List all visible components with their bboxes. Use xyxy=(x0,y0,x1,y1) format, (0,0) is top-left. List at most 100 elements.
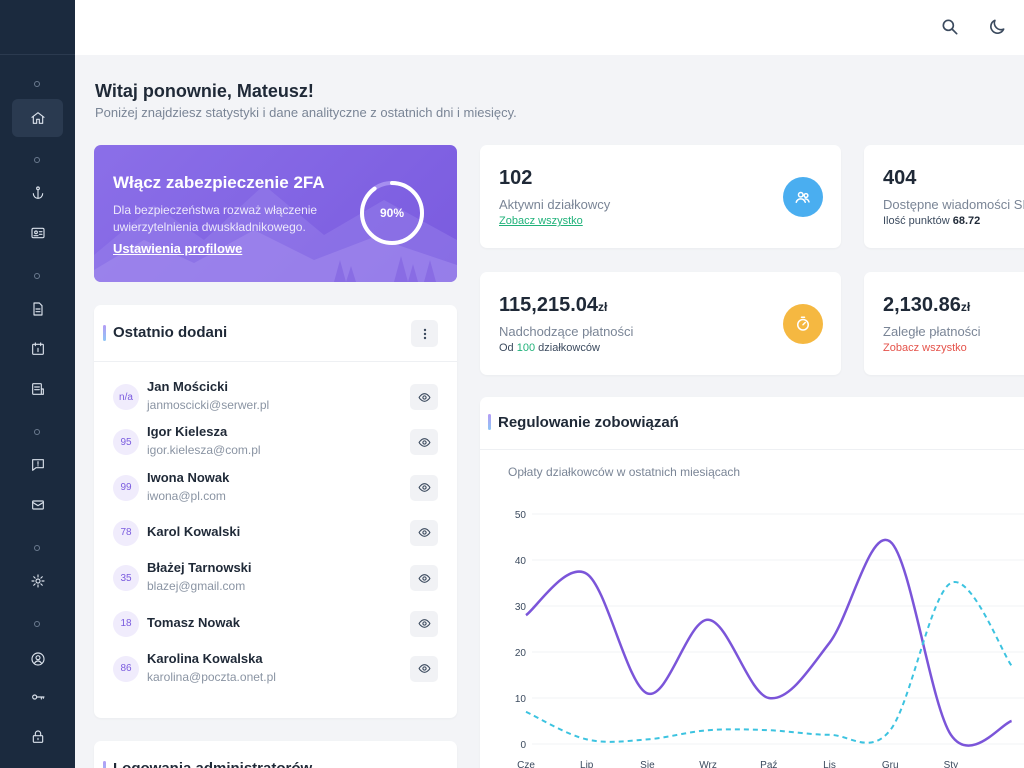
eye-icon xyxy=(418,619,430,628)
stat-label: Aktywni działkowcy xyxy=(499,197,611,212)
report-icon xyxy=(31,383,44,395)
sidebar-section-dot xyxy=(34,157,40,163)
list-item: 95 Igor Kielesza igor.kielesza@com.pl xyxy=(94,422,457,467)
points-label: Ilość punktów xyxy=(883,215,950,227)
avatar: 18 xyxy=(113,610,139,637)
sidebar-item-anchor[interactable] xyxy=(12,174,63,212)
settings-icon xyxy=(30,574,45,588)
sidebar-item-keys[interactable] xyxy=(12,678,63,716)
y-tick-label: 40 xyxy=(515,556,527,567)
moon-icon xyxy=(990,19,1005,34)
progress-label: 90% xyxy=(379,206,405,220)
stat-sub: Od 100 działkowców xyxy=(499,342,600,354)
points-value: 68.72 xyxy=(952,215,981,227)
x-tick-label: Sie xyxy=(640,760,655,768)
sidebar-item-reports[interactable] xyxy=(12,370,63,408)
lock-icon xyxy=(32,730,43,743)
sidebar-item-messages[interactable] xyxy=(12,486,63,524)
timer-icon xyxy=(797,316,809,331)
member-name: Jan Mościcki xyxy=(147,379,228,394)
view-button[interactable] xyxy=(410,565,438,592)
profile-settings-link[interactable]: Ustawienia profilowe xyxy=(113,241,242,256)
currency: zł xyxy=(598,300,608,314)
recent-members-card: Ostatnio dodani n/a Jan Mościcki janmoscic… xyxy=(94,305,457,718)
currency: zł xyxy=(960,300,971,314)
x-tick-label: Paź xyxy=(760,760,777,768)
promo-title: Włącz zabezpieczenie 2FA xyxy=(113,173,325,192)
key-icon xyxy=(31,694,45,700)
stat-link[interactable]: Zobacz wszystko xyxy=(883,342,967,354)
stat-label: Zaległe płatności xyxy=(883,324,981,339)
sidebar-section-dot xyxy=(34,545,40,551)
calendar-icon xyxy=(31,342,44,355)
users-icon xyxy=(795,191,810,203)
sidebar-section-dot xyxy=(34,273,40,279)
document-icon xyxy=(32,302,43,316)
view-button[interactable] xyxy=(410,519,438,546)
see-all-link[interactable]: Zobacz wszystko xyxy=(499,215,583,227)
sidebar-item-settings[interactable] xyxy=(12,562,63,600)
sidebar-item-calendar[interactable] xyxy=(12,330,63,368)
member-name: Błażej Tarnowski xyxy=(147,560,252,576)
stat-card-active-members: 102 Aktywni działkowcy Zobacz wszystko xyxy=(480,145,841,248)
stat-label: Nadchodzące płatności xyxy=(499,324,634,339)
list-item: 99 Iwona Nowak iwona@pl.com xyxy=(94,468,457,513)
theme-toggle-button[interactable] xyxy=(987,17,1007,37)
stat-label: Dostępne wiadomości SMS xyxy=(883,197,1024,212)
sidebar-item-lock[interactable] xyxy=(12,718,63,756)
stat-icon-badge xyxy=(783,304,823,344)
list-item: 78 Karol Kowalski xyxy=(94,513,457,558)
sidebar-section-dot xyxy=(34,81,40,87)
more-options-button[interactable] xyxy=(411,320,438,347)
x-tick-label: Wrz xyxy=(699,760,717,768)
view-button[interactable] xyxy=(410,610,438,637)
view-button[interactable] xyxy=(410,429,438,456)
sidebar-item-profile[interactable] xyxy=(12,640,63,678)
y-tick-label: 50 xyxy=(515,510,527,521)
stat-link[interactable]: Zobacz wszystko xyxy=(499,215,583,227)
accent-bar xyxy=(103,761,106,768)
promo-text: Dla bezpieczeństwa rozważ włączenie uwie… xyxy=(113,203,318,234)
avatar: 95 xyxy=(113,429,139,456)
admin-logins-card: Logowania administratorów xyxy=(94,741,457,768)
page-title: Witaj ponownie, Mateusz! xyxy=(95,81,314,101)
sidebar-item-alerts[interactable] xyxy=(12,446,63,484)
eye-icon xyxy=(418,437,430,447)
amount: 2,130.86 xyxy=(883,294,961,316)
sidebar-item-documents[interactable] xyxy=(12,290,63,328)
sidebar-brand xyxy=(0,0,75,55)
search-button[interactable] xyxy=(940,17,960,37)
card-header: Ostatnio dodani xyxy=(94,305,457,362)
see-all-link[interactable]: Zobacz wszystko xyxy=(883,342,967,354)
member-name: Iwona Nowak xyxy=(147,469,230,485)
sub-prefix: Od xyxy=(499,342,514,354)
members-count: 100 xyxy=(516,342,536,354)
eye-icon xyxy=(418,528,430,538)
eye-icon xyxy=(418,392,430,402)
stat-card-sms: 404 Dostępne wiadomości SMS Ilość punktó… xyxy=(864,145,1024,248)
view-button[interactable] xyxy=(410,384,438,410)
sidebar-item-home[interactable] xyxy=(12,99,63,137)
sidebar-item-members[interactable] xyxy=(12,214,63,252)
view-button[interactable] xyxy=(410,474,438,501)
list-item: n/a Jan Mościcki janmoscicki@serwer.pl xyxy=(94,377,457,422)
alert-icon xyxy=(31,459,44,471)
sub-suffix: działkowców xyxy=(538,342,600,354)
avatar: 99 xyxy=(113,474,139,501)
sidebar xyxy=(0,0,75,768)
card-title: Logowania administratorów xyxy=(113,760,312,768)
avatar: 78 xyxy=(113,519,139,546)
x-tick-label: Lis xyxy=(823,760,836,768)
sidebar-section-dot xyxy=(34,621,40,627)
view-button[interactable] xyxy=(410,655,438,682)
id-card-icon xyxy=(30,227,45,239)
search-icon xyxy=(942,19,958,35)
x-tick-label: Cze xyxy=(517,760,535,768)
member-email: iwona@pl.com xyxy=(147,488,226,503)
list-item: 86 Karolina Kowalska karolina@poczta.onet.… xyxy=(94,649,457,694)
avatar: 86 xyxy=(113,655,139,682)
y-tick-label: 10 xyxy=(515,694,527,705)
x-tick-label: Sty xyxy=(944,760,958,768)
accent-bar xyxy=(103,325,106,341)
member-email: blazej@gmail.com xyxy=(147,579,246,594)
